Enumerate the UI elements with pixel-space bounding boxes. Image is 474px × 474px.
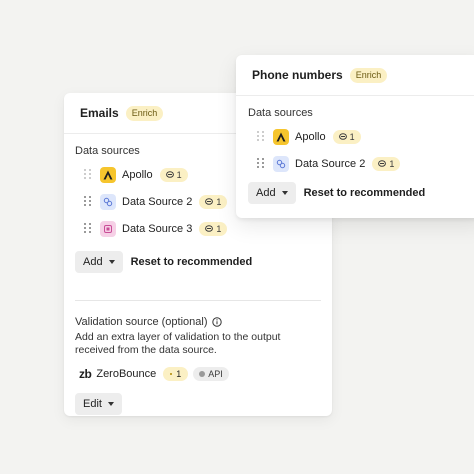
- chevron-down-icon: [107, 402, 114, 406]
- source-row-data-source-2[interactable]: Data Source 2 1: [236, 150, 474, 177]
- source-count-badge: 1: [199, 194, 228, 209]
- add-source-button[interactable]: Add: [248, 182, 296, 204]
- info-icon[interactable]: [212, 317, 223, 327]
- validation-provider-row: zb ZeroBounce 1 API: [64, 357, 332, 381]
- add-label: Add: [83, 256, 103, 268]
- zerobounce-logo-icon: zb: [79, 367, 92, 381]
- source-name: Data Source 3: [122, 222, 193, 235]
- source-count: 1: [389, 158, 395, 169]
- provider-count: 1: [176, 369, 182, 379]
- source-count-badge: 1: [199, 221, 228, 236]
- source-count-badge: 1: [159, 167, 188, 182]
- drag-handle-icon[interactable]: [257, 131, 265, 143]
- edit-label: Edit: [83, 398, 102, 410]
- validation-title-text: Validation source (optional): [75, 316, 208, 328]
- phone-actions: Add Reset to recommended: [236, 177, 474, 204]
- source-name: Data Source 2: [295, 157, 366, 170]
- api-label: API: [208, 369, 223, 379]
- emails-actions: Add Reset to recommended: [64, 242, 332, 273]
- data-sources-label: Data sources: [248, 107, 313, 119]
- add-source-button[interactable]: Add: [75, 251, 123, 273]
- coin-icon: [338, 133, 347, 140]
- tick-icon: [170, 373, 173, 375]
- coin-icon: [378, 160, 387, 167]
- source-row-apollo[interactable]: Apollo 1: [236, 123, 474, 150]
- source-count: 1: [349, 131, 355, 142]
- drag-handle-icon[interactable]: [84, 169, 92, 181]
- apollo-logo-icon: [273, 128, 289, 145]
- source-count: 1: [216, 196, 222, 207]
- reset-to-recommended-button[interactable]: Reset to recommended: [131, 256, 253, 268]
- source-count: 1: [216, 223, 222, 234]
- coin-icon: [205, 225, 214, 232]
- drag-handle-icon[interactable]: [257, 158, 265, 170]
- api-badge: API: [193, 367, 229, 381]
- phone-numbers-card: Phone numbers Enrich Data sources Apollo…: [236, 55, 474, 218]
- validation-description: Add an extra layer of validation to the …: [75, 331, 281, 356]
- provider-name: ZeroBounce: [96, 368, 157, 380]
- coin-icon: [205, 198, 214, 205]
- source-row-data-source-3[interactable]: Data Source 3 1: [64, 215, 332, 242]
- edit-button[interactable]: Edit: [75, 393, 122, 415]
- data-source-3-logo-icon: [100, 220, 116, 237]
- source-count: 1: [176, 169, 182, 180]
- phone-card-header: Phone numbers Enrich: [236, 55, 474, 96]
- source-name: Apollo: [295, 130, 326, 143]
- drag-handle-icon[interactable]: [84, 196, 92, 208]
- data-source-2-logo-icon: [100, 193, 116, 210]
- source-name: Data Source 2: [122, 195, 193, 208]
- reset-to-recommended-button[interactable]: Reset to recommended: [304, 187, 426, 199]
- add-label: Add: [256, 187, 276, 199]
- source-count-badge: 1: [332, 129, 361, 144]
- chevron-down-icon: [108, 260, 115, 264]
- data-source-2-logo-icon: [273, 155, 289, 172]
- phone-title: Phone numbers: [252, 68, 343, 82]
- chevron-down-icon: [281, 191, 288, 195]
- provider-count-badge: 1: [163, 367, 189, 381]
- enrich-badge: Enrich: [349, 67, 388, 83]
- apollo-logo-icon: [100, 166, 116, 183]
- source-name: Apollo: [122, 168, 153, 181]
- source-count-badge: 1: [372, 156, 401, 171]
- phone-source-list: Apollo 1 Data Source 2 1: [236, 119, 474, 177]
- enrich-badge: Enrich: [125, 105, 164, 121]
- api-dot-icon: [199, 371, 206, 377]
- coin-icon: [165, 171, 174, 178]
- emails-title: Emails: [80, 106, 119, 120]
- validation-source-title: Validation source (optional): [64, 301, 332, 328]
- drag-handle-icon[interactable]: [84, 223, 92, 235]
- edit-wrap: Edit: [64, 381, 332, 415]
